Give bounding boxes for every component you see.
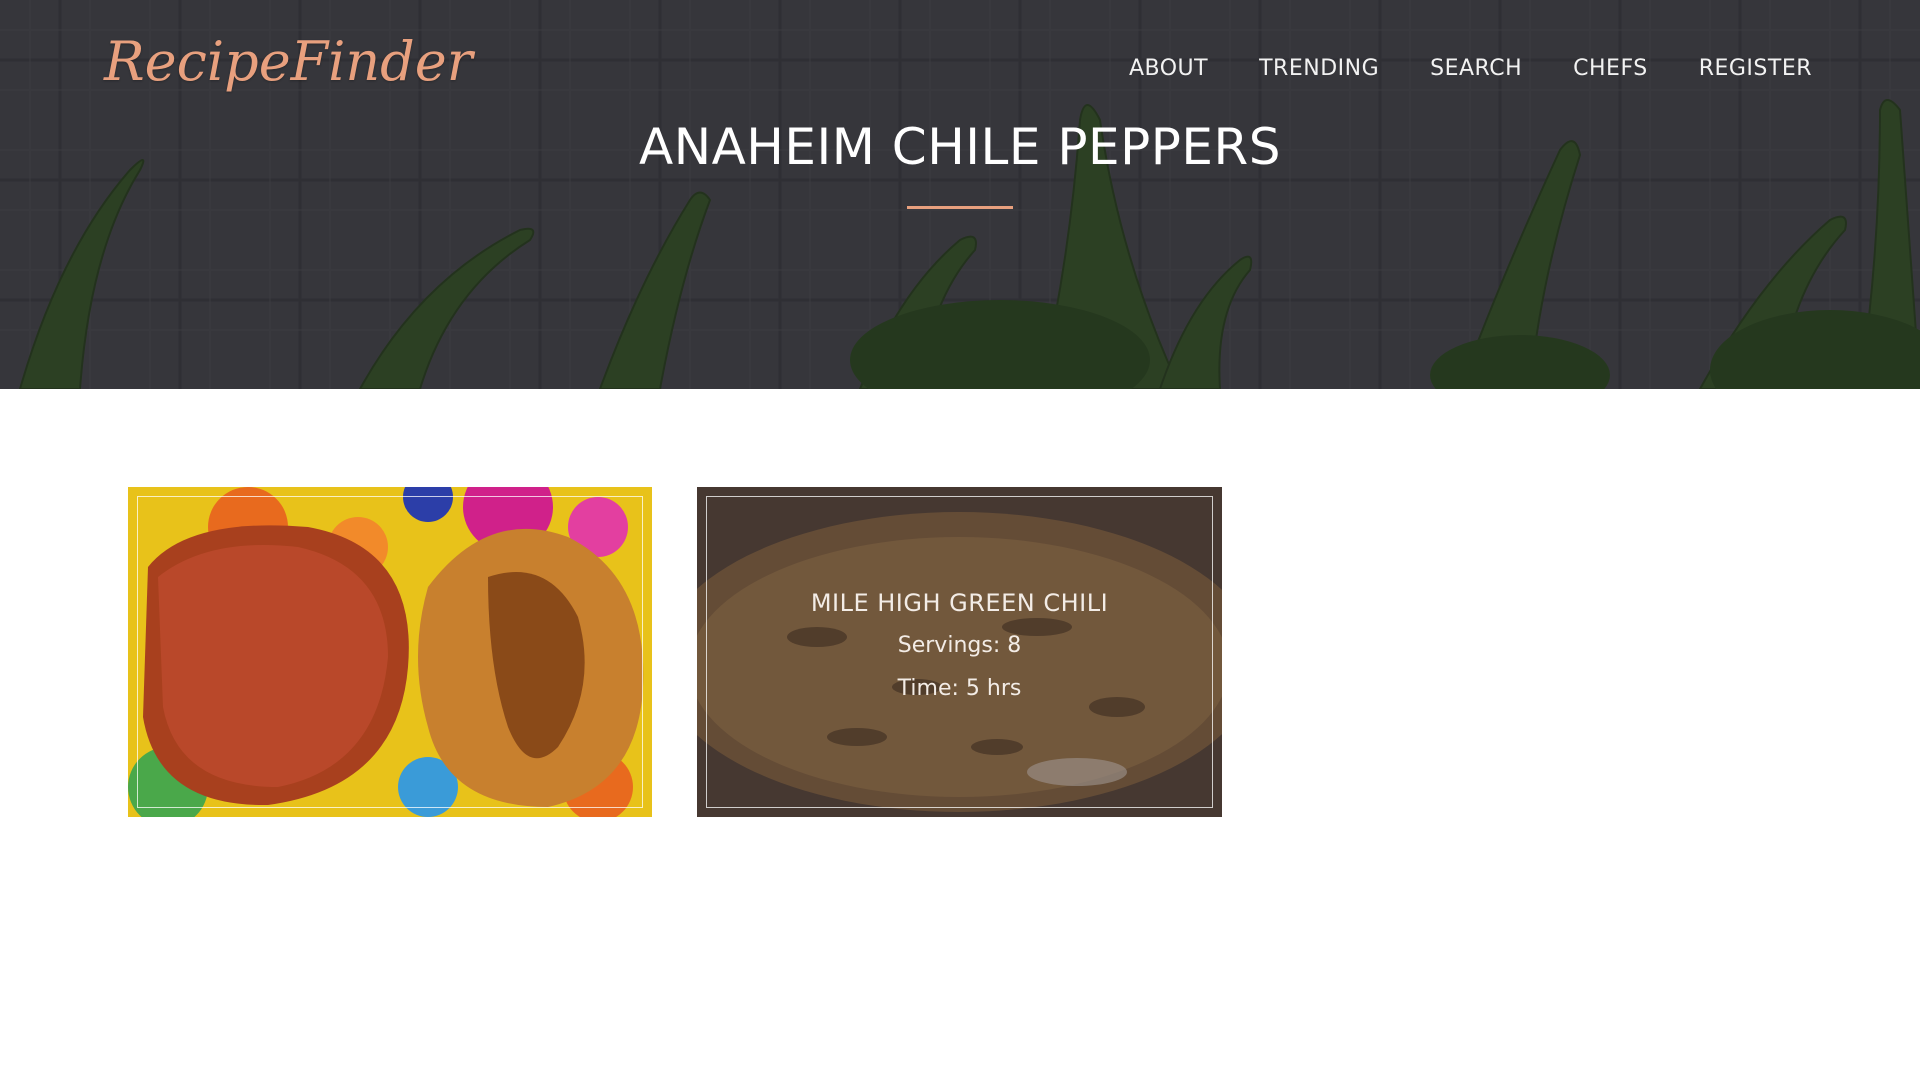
- recipe-image: [128, 487, 652, 817]
- recipe-servings: Servings: 8: [897, 633, 1022, 658]
- main-nav: ABOUT TRENDING SEARCH CHEFS REGISTER: [1129, 56, 1812, 81]
- recipe-title[interactable]: MILE HIGH GREEN CHILI: [811, 589, 1108, 617]
- recipe-card[interactable]: [128, 487, 652, 817]
- recipe-info: MILE HIGH GREEN CHILI Servings: 8 Time: …: [697, 487, 1222, 817]
- recipe-time: Time: 5 hrs: [897, 676, 1022, 701]
- page-title: ANAHEIM CHILE PEPPERS: [639, 118, 1281, 176]
- nav-item-chefs[interactable]: CHEFS: [1573, 56, 1648, 81]
- nav-item-about[interactable]: ABOUT: [1129, 56, 1208, 81]
- recipe-card[interactable]: MILE HIGH GREEN CHILI Servings: 8 Time: …: [697, 487, 1222, 817]
- nav-item-trending[interactable]: TRENDING: [1259, 56, 1379, 81]
- hero-banner: RecipeFinder ABOUT TRENDING SEARCH CHEFS…: [0, 0, 1920, 389]
- brand-logo[interactable]: RecipeFinder: [104, 30, 473, 93]
- nav-item-search[interactable]: SEARCH: [1430, 56, 1522, 81]
- nav-item-register[interactable]: REGISTER: [1699, 56, 1812, 81]
- title-divider: [907, 206, 1013, 209]
